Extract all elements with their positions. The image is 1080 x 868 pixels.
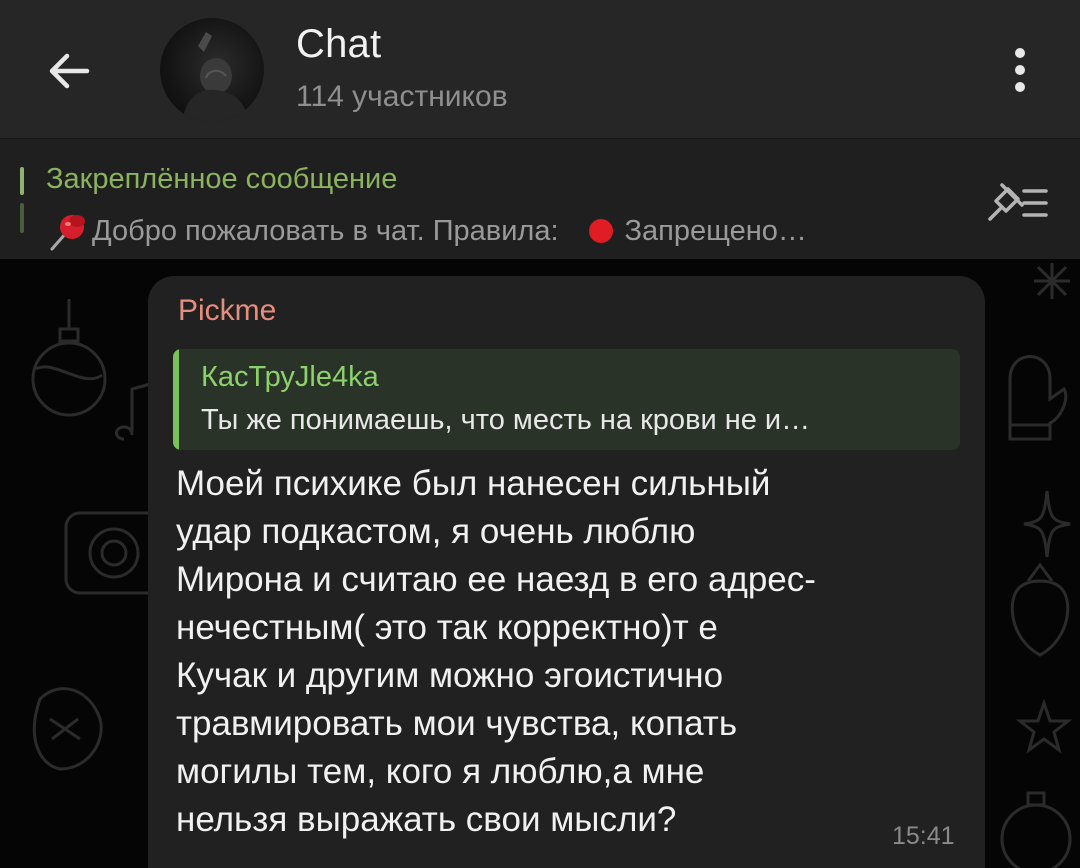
back-button[interactable] bbox=[38, 40, 100, 102]
mitten-doodle-icon bbox=[1008, 355, 1068, 441]
chat-title[interactable]: Chat bbox=[296, 22, 381, 67]
pinned-indicator bbox=[20, 167, 24, 195]
message-bubble[interactable]: Pickme КасТруJle4ka Ты же понимаешь, что… bbox=[148, 276, 985, 868]
pinned-list-button[interactable] bbox=[982, 179, 1052, 225]
pinned-message-bar[interactable]: Закреплённое сообщение Добро пожаловать … bbox=[0, 138, 1080, 260]
pinned-preview: Добро пожаловать в чат. Правила: Запреще… bbox=[46, 211, 807, 251]
ornament-doodle-icon bbox=[31, 299, 107, 417]
reply-quote[interactable]: КасТруJle4ka Ты же понимаешь, что месть … bbox=[173, 349, 960, 450]
more-menu-button[interactable] bbox=[996, 40, 1044, 100]
chat-screen: Chat 114 участников Закреплённое сообщен… bbox=[0, 0, 1080, 868]
members-count: 114 участников bbox=[296, 80, 508, 113]
strawberry-doodle-icon bbox=[1010, 562, 1070, 657]
pinned-indicator-secondary bbox=[20, 203, 24, 233]
ornament-doodle-icon-2 bbox=[1000, 791, 1072, 868]
sparkle-doodle-icon bbox=[1023, 490, 1071, 558]
star-doodle-icon bbox=[1016, 699, 1072, 754]
pinned-text-part1: Добро пожаловать в чат. Правила: bbox=[92, 214, 559, 247]
message-sender[interactable]: Pickme bbox=[178, 294, 276, 328]
message-time: 15:41 bbox=[892, 822, 955, 850]
reply-author: КасТруJle4ka bbox=[201, 361, 379, 393]
reply-text: Ты же понимаешь, что месть на крови не и… bbox=[201, 404, 811, 436]
arrow-left-icon bbox=[49, 53, 90, 89]
red-circle-icon bbox=[588, 219, 613, 243]
message-text: Моей психике был нанесен сильный удар по… bbox=[176, 464, 816, 839]
more-vertical-icon bbox=[1015, 48, 1025, 92]
reply-bar bbox=[173, 349, 179, 450]
avatar-image bbox=[182, 32, 248, 122]
pinned-title: Закреплённое сообщение bbox=[46, 163, 398, 195]
pinned-text-part2: Запрещено… bbox=[624, 214, 807, 247]
chat-avatar[interactable] bbox=[160, 18, 264, 122]
chat-header: Chat 114 участников bbox=[0, 0, 1080, 138]
candy-doodle-icon bbox=[32, 687, 103, 771]
snowflake-doodle-icon bbox=[1034, 263, 1070, 299]
pushpin-icon bbox=[50, 215, 85, 251]
pinned-list-icon bbox=[988, 183, 1048, 221]
